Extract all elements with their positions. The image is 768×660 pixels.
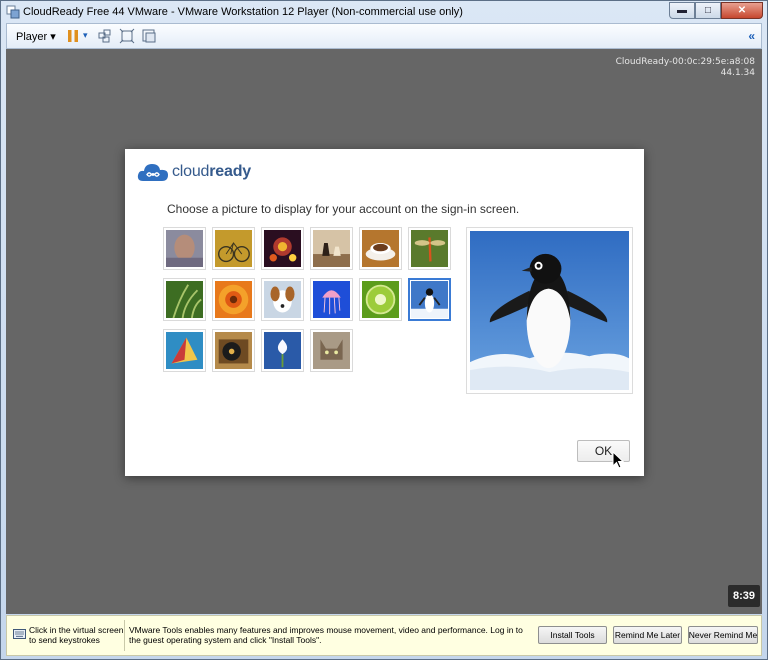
brand-suffix: ready [209,163,251,180]
cloud-logo-icon [137,164,168,181]
picture-option-cat[interactable] [310,329,353,372]
pause-dropdown-icon[interactable]: ▾ [83,30,88,41]
maximize-button[interactable]: □ [695,2,721,19]
cloudready-logo: cloudready [137,161,251,183]
picture-option-turntable[interactable] [212,329,255,372]
picture-option-profile-photo[interactable] [163,227,206,270]
picture-option-coffee[interactable] [359,227,402,270]
send-ctrl-alt-del-icon[interactable] [97,28,113,44]
picture-option-dog[interactable] [261,278,304,321]
dragonfly-image [411,230,448,267]
guest-screen[interactable]: CloudReady-00:0c:29:5e:a8:08 44.1.34 clo… [6,49,762,614]
picture-option-dragonfly[interactable] [408,227,451,270]
fit-guest-icon[interactable] [119,28,135,44]
window-title: CloudReady Free 44 VMware - VMware Works… [23,6,463,18]
collapse-toolbar-icon[interactable]: « [748,29,755,43]
close-button[interactable]: ✕ [721,2,763,19]
picture-option-bicycle[interactable] [212,227,255,270]
vm-identifier: CloudReady-00:0c:29:5e:a8:08 44.1.34 [616,57,755,79]
jellyfish-image [313,281,350,318]
penguin-thumb-image [411,281,448,318]
maximize-icon: □ [704,5,712,16]
fireworks-image [264,230,301,267]
minimize-icon: ▬ [677,5,687,16]
coffee-image [362,230,399,267]
title-bar[interactable]: CloudReady Free 44 VMware - VMware Works… [1,1,767,23]
vmware-app-icon [6,5,20,19]
never-remind-me-button[interactable]: Never Remind Me [688,626,758,644]
mouse-cursor-icon [612,451,624,469]
picture-option-fireworks[interactable] [261,227,304,270]
system-clock[interactable]: 8:39 [728,585,760,607]
profile-photo-image [166,230,203,267]
brand-name: cloudready [172,163,251,181]
picture-option-chess[interactable] [310,227,353,270]
unity-icon[interactable] [141,28,157,44]
vmware-player-window: CloudReady Free 44 VMware - VMware Works… [0,0,768,660]
caption-buttons: ▬ □ ✕ [669,2,763,19]
kiwi-image [362,281,399,318]
vm-mac-address: CloudReady-00:0c:29:5e:a8:08 [615,57,755,67]
dog-image [264,281,301,318]
picture-option-jellyfish[interactable] [310,278,353,321]
picture-picker-dialog: cloudready Choose a picture to display f… [125,149,644,476]
player-menu-button[interactable]: Player ▾ [16,30,56,43]
flower-image [215,281,252,318]
selected-picture-preview [466,227,633,394]
vm-version: 44.1.34 [720,68,755,78]
chess-image [313,230,350,267]
cat-image [313,332,350,369]
bicycle-image [215,230,252,267]
remind-me-later-button[interactable]: Remind Me Later [613,626,682,644]
penguin-preview-image [470,231,629,390]
keyboard-icon [13,629,26,639]
origami-image [166,332,203,369]
picture-option-grass[interactable] [163,278,206,321]
vmware-tools-infobar: Click in the virtual screen to send keys… [6,615,762,656]
picture-option-kiwi[interactable] [359,278,402,321]
picture-option-snowdrop[interactable] [261,329,304,372]
infobar-divider [124,620,125,651]
minimize-button[interactable]: ▬ [669,2,695,19]
turntable-image [215,332,252,369]
vmware-tools-message: VMware Tools enables many features and i… [129,625,523,645]
grass-image [166,281,203,319]
brand-prefix: cloud [172,163,210,180]
picture-option-penguin[interactable] [408,278,451,321]
picture-option-origami[interactable] [163,329,206,372]
pause-icon[interactable] [65,28,81,44]
dropdown-arrow-icon: ▾ [50,31,56,43]
player-toolbar: Player ▾ ▾ « [6,23,762,49]
snowdrop-image [264,332,301,369]
picture-option-flower[interactable] [212,278,255,321]
install-tools-button[interactable]: Install Tools [538,626,607,644]
close-icon: ✕ [737,5,747,16]
player-menu-label: Player [16,31,48,43]
keystroke-hint: Click in the virtual screen to send keys… [29,625,124,645]
picture-prompt: Choose a picture to display for your acc… [167,202,520,216]
